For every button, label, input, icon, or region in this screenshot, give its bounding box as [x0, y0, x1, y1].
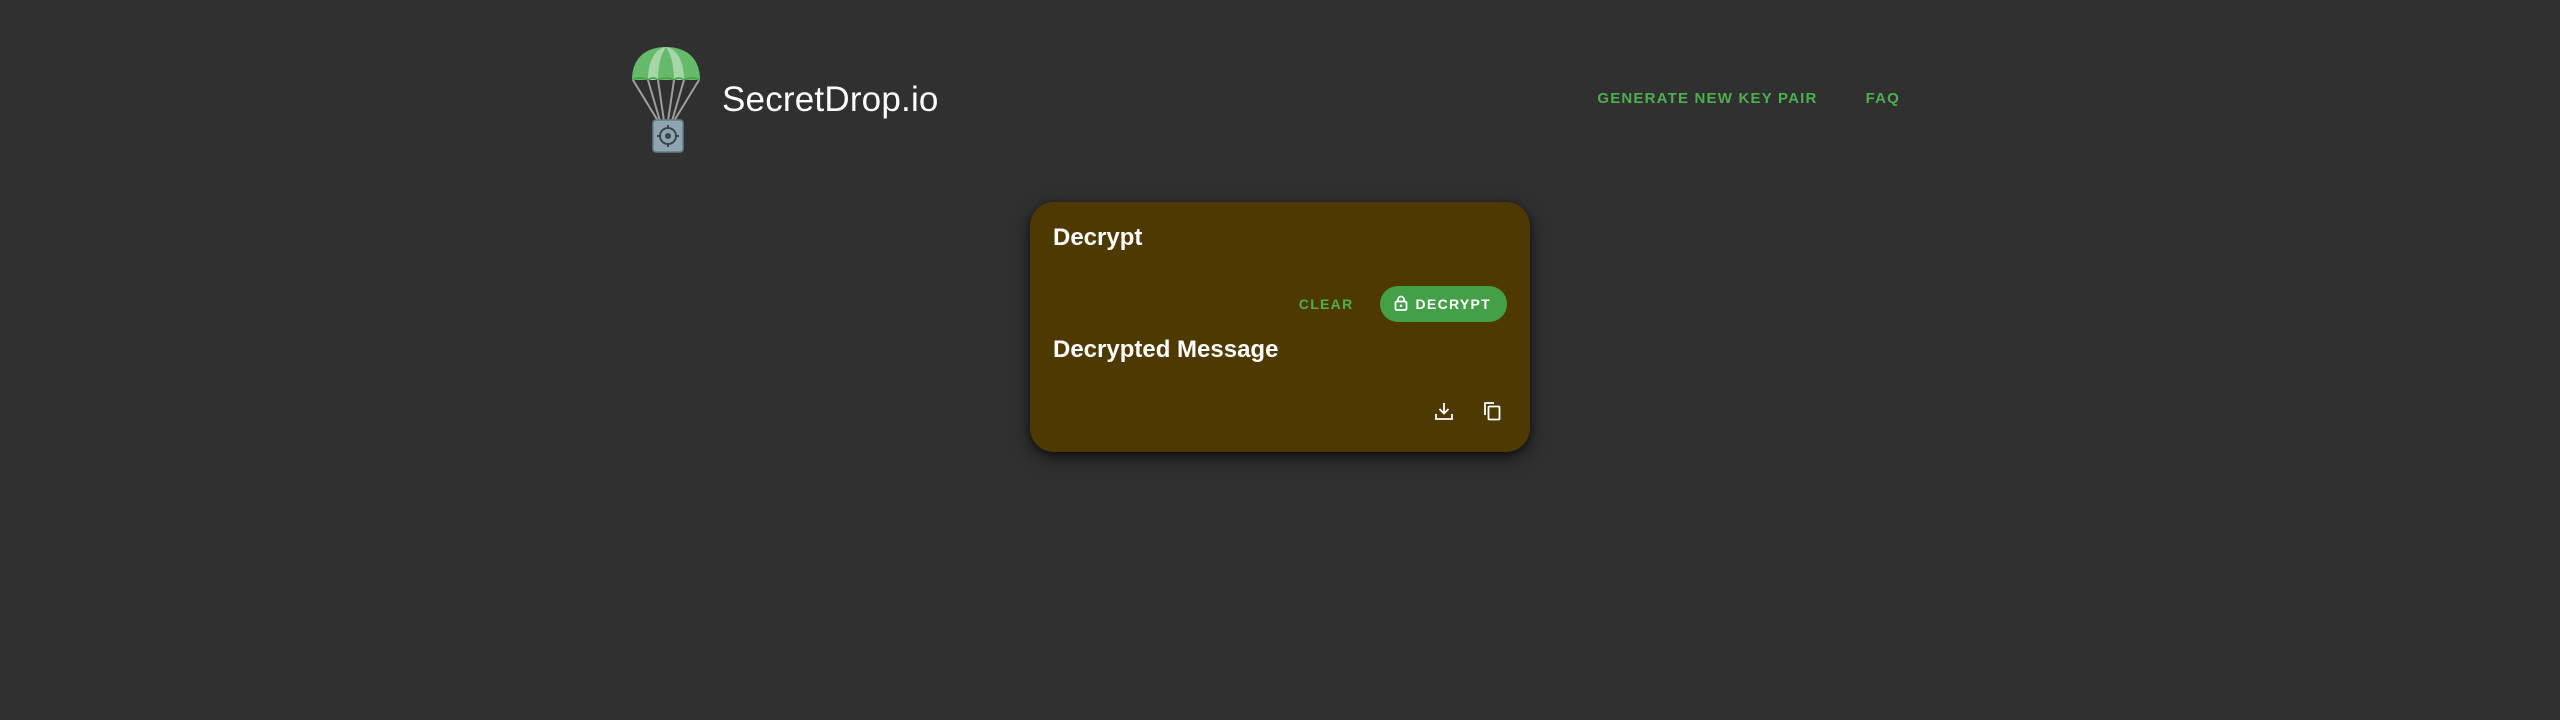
app-header: SecretDrop.io GENERATE NEW KEY PAIR FAQ: [630, 44, 1900, 160]
lock-icon: [1394, 295, 1408, 314]
brand-title[interactable]: SecretDrop.io: [722, 80, 939, 120]
download-icon: [1433, 400, 1455, 427]
decrypt-card: Decrypt CLEAR DECRYPT Decrypted Message: [1030, 202, 1530, 452]
parachute-logo-icon[interactable]: [630, 44, 702, 160]
generate-key-pair-link[interactable]: GENERATE NEW KEY PAIR: [1597, 90, 1817, 107]
download-button[interactable]: [1429, 398, 1459, 428]
copy-button[interactable]: [1477, 398, 1507, 428]
decrypted-message-title: Decrypted Message: [1053, 336, 1279, 363]
copy-icon: [1481, 400, 1503, 427]
card-title: Decrypt: [1053, 224, 1143, 251]
faq-link[interactable]: FAQ: [1866, 90, 1900, 107]
decrypt-button-label: DECRYPT: [1415, 296, 1491, 312]
message-actions: [1429, 398, 1507, 428]
top-nav: GENERATE NEW KEY PAIR FAQ: [1597, 90, 1900, 107]
clear-button[interactable]: CLEAR: [1299, 296, 1354, 312]
decrypt-button[interactable]: DECRYPT: [1379, 286, 1507, 322]
card-actions: CLEAR DECRYPT: [1299, 286, 1507, 322]
